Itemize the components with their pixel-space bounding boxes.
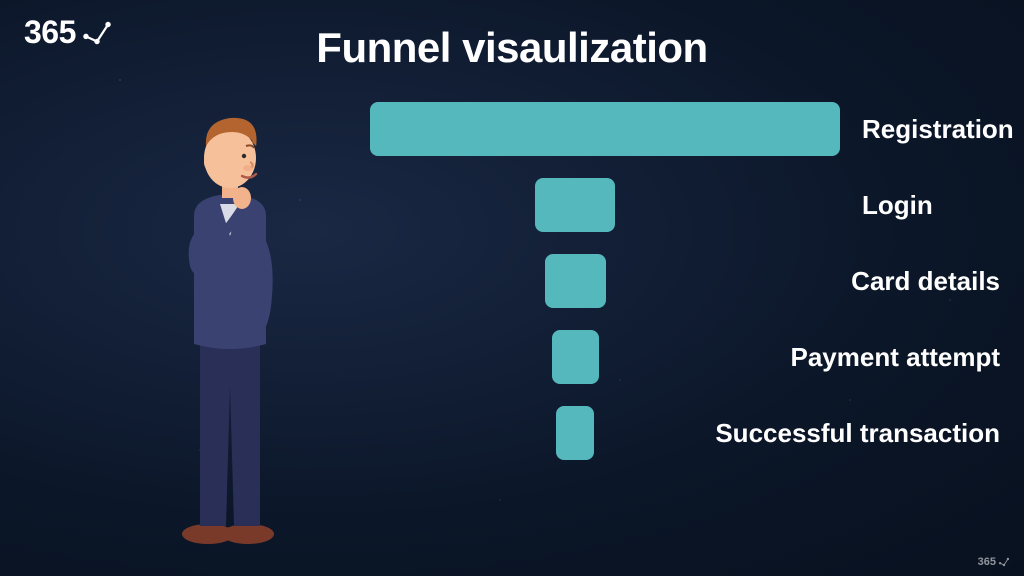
funnel-bar-wrap bbox=[370, 406, 693, 460]
funnel-step: Card details bbox=[370, 254, 1000, 308]
funnel-bar-wrap bbox=[370, 254, 829, 308]
funnel-bar bbox=[556, 406, 594, 460]
brand-name-small: 365 bbox=[978, 556, 996, 568]
funnel-step: Successful transaction bbox=[370, 406, 1000, 460]
funnel-bar-wrap bbox=[370, 102, 840, 156]
funnel-step: Payment attempt bbox=[370, 330, 1000, 384]
funnel-bar bbox=[552, 330, 599, 384]
funnel-step-label: Login bbox=[862, 190, 933, 221]
brand-watermark: 365 bbox=[978, 556, 1010, 568]
person-illustration bbox=[160, 86, 300, 546]
brand-mark-icon bbox=[998, 556, 1010, 568]
slide-title: Funnel visaulization bbox=[0, 24, 1024, 72]
funnel-chart: Registration Login Card details Payment att… bbox=[370, 102, 1000, 460]
funnel-step-label: Payment attempt bbox=[791, 342, 1001, 373]
funnel-bar bbox=[545, 254, 606, 308]
funnel-bar-wrap bbox=[370, 330, 769, 384]
funnel-bar bbox=[370, 102, 840, 156]
funnel-step-label: Registration bbox=[862, 114, 1014, 145]
funnel-bar bbox=[535, 178, 615, 232]
funnel-step: Registration bbox=[370, 102, 1000, 156]
funnel-step: Login bbox=[370, 178, 1000, 232]
funnel-step-label: Card details bbox=[851, 266, 1000, 297]
funnel-step-label: Successful transaction bbox=[715, 418, 1000, 449]
funnel-bar-wrap bbox=[370, 178, 840, 232]
